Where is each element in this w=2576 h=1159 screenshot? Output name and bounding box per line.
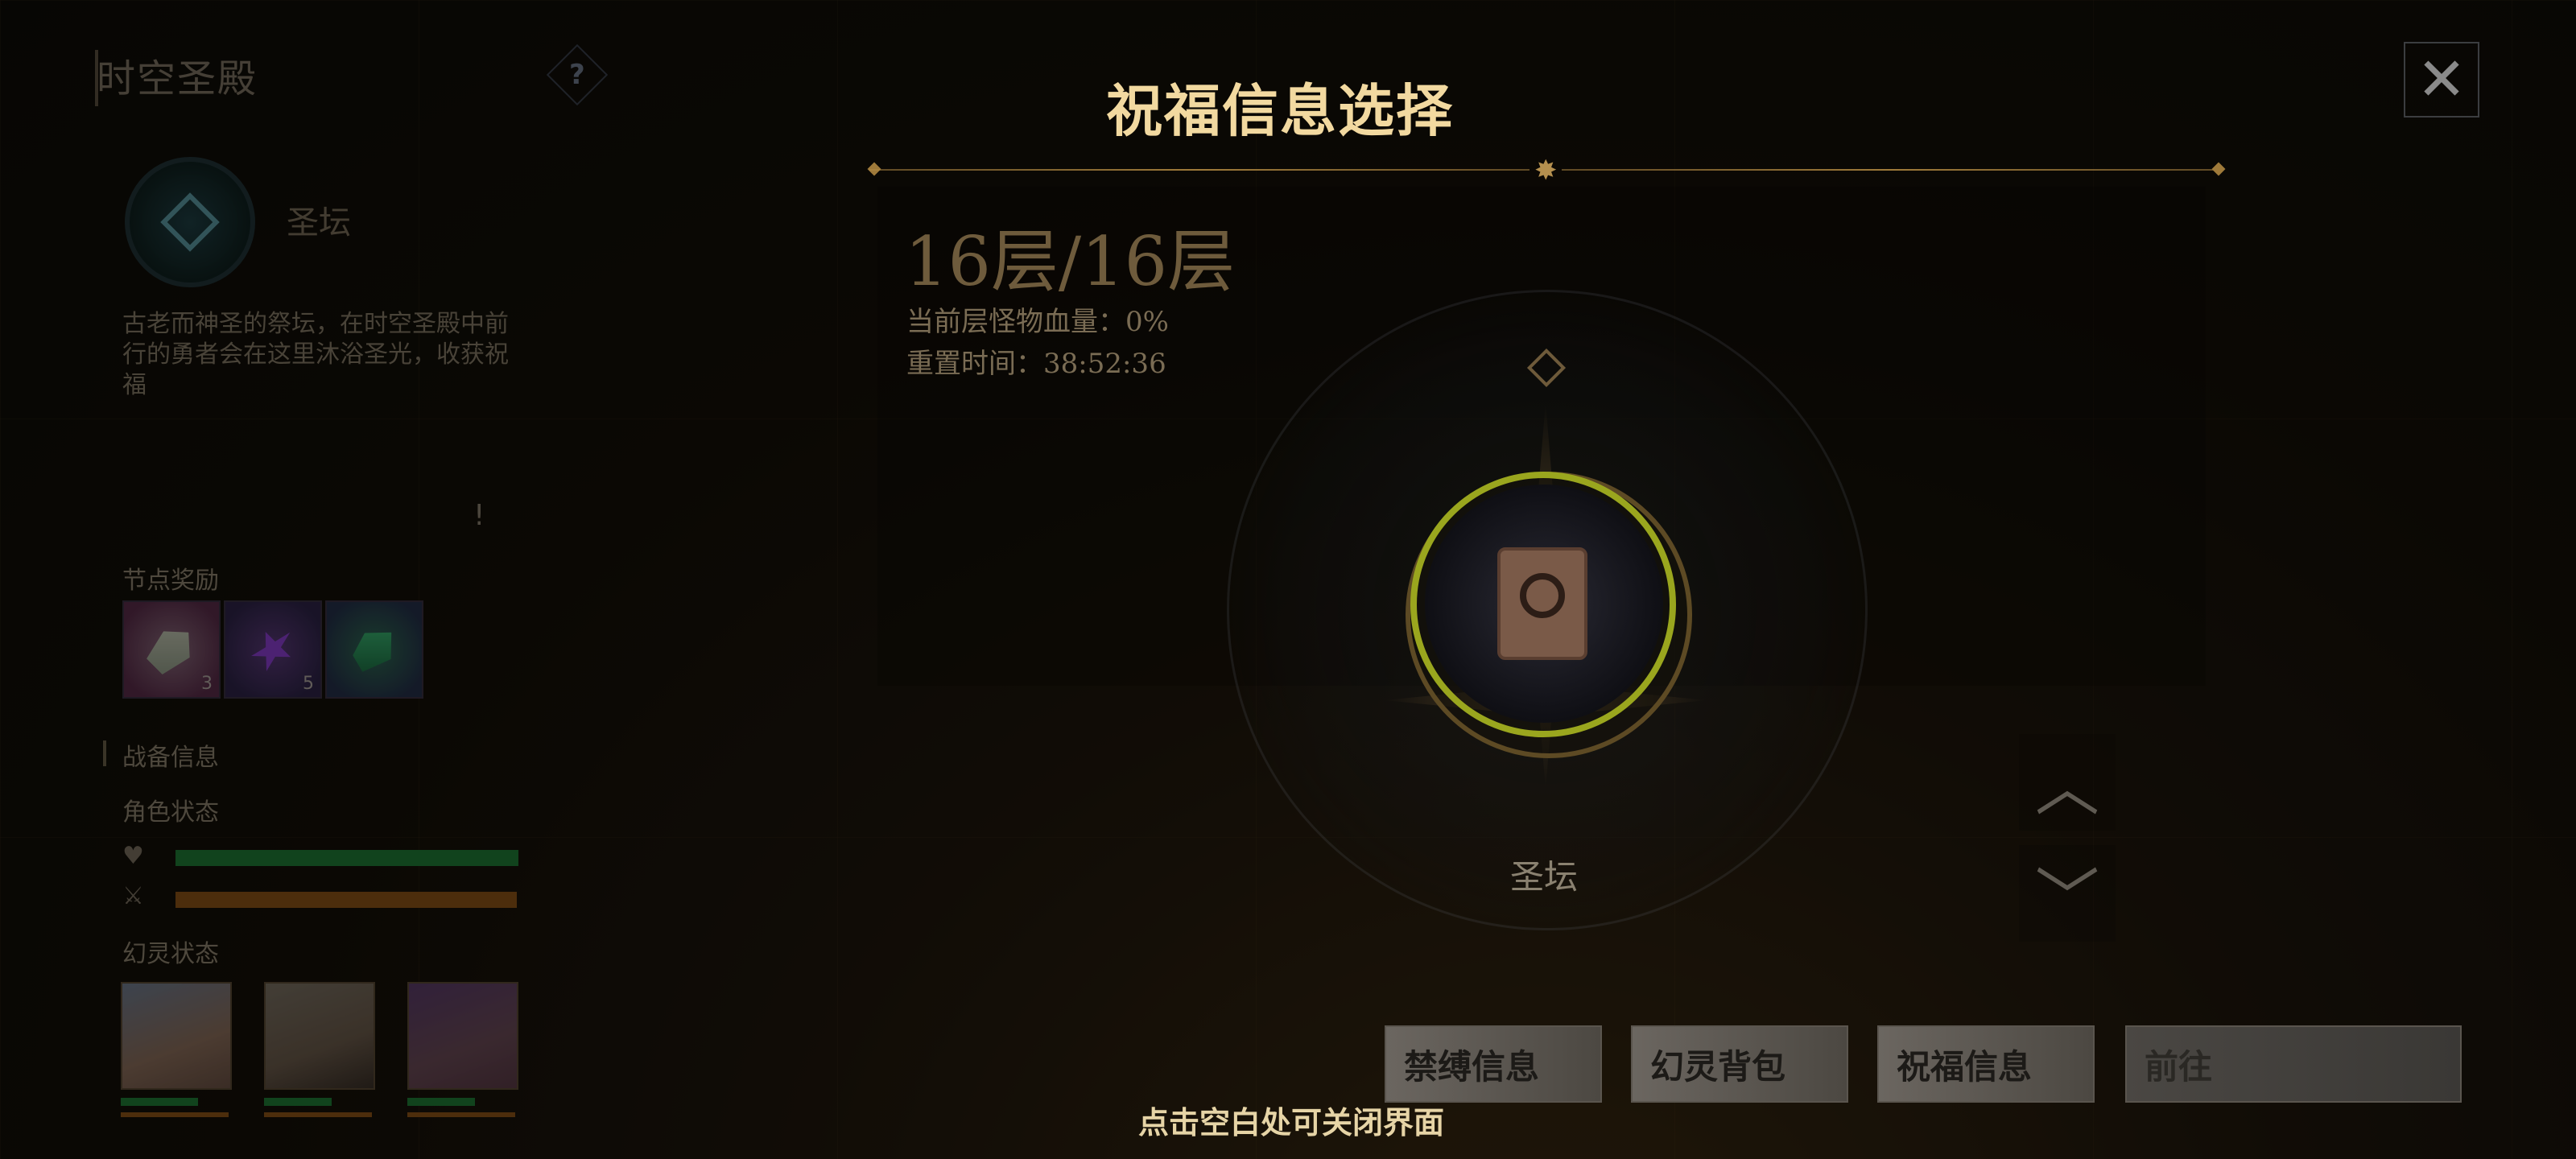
scroll-up-button[interactable]: ︿ — [2019, 734, 2116, 831]
title-divider-left — [869, 169, 1530, 171]
monster-hp-text: 当前层怪物血量：0% — [906, 306, 1169, 338]
blessing-info-button[interactable]: 祝福信息 — [1877, 1025, 2095, 1103]
modal-title: 祝福信息选择 — [1106, 78, 1454, 144]
title-divider-right — [1562, 169, 2219, 171]
spirit-bag-button[interactable]: 幻灵背包 — [1631, 1025, 1848, 1103]
floor-progress: 16层/16层 — [905, 222, 1236, 301]
go-button[interactable]: 前往 — [2125, 1025, 2462, 1103]
close-hint-text: 点击空白处可关闭界面 — [1138, 1105, 1445, 1140]
restriction-info-button[interactable]: 禁缚信息 — [1385, 1025, 1602, 1103]
divider-star-icon: ✸ — [1534, 155, 1558, 187]
close-button[interactable]: ✕ — [2404, 42, 2479, 118]
reset-time-text: 重置时间：38:52:36 — [906, 348, 1166, 380]
book-emblem-icon — [1520, 573, 1565, 618]
scroll-down-button[interactable]: ﹀ — [2019, 845, 2116, 942]
altar-node-label: 圣坛 — [1510, 857, 1579, 897]
